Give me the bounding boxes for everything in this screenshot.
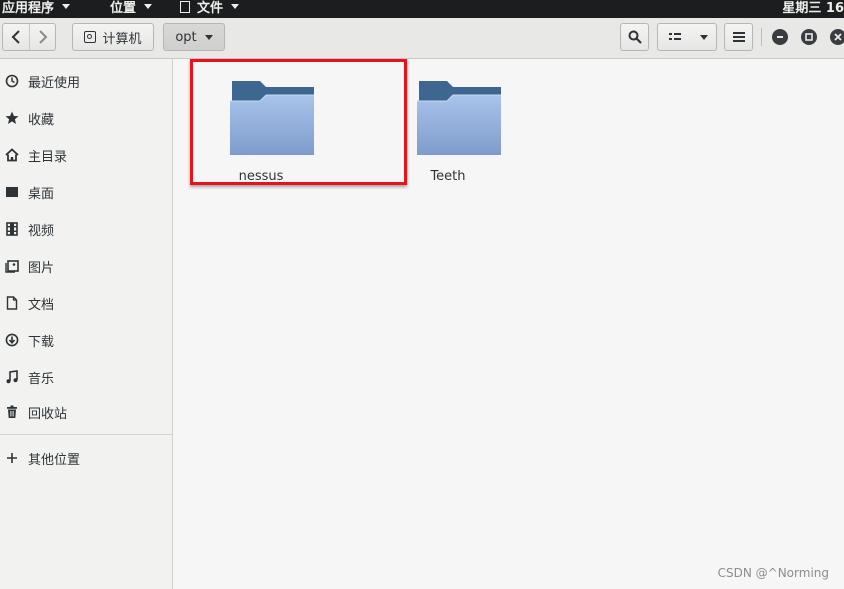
video-icon <box>4 221 20 237</box>
sidebar-item-recent[interactable]: 最近使用 <box>0 67 172 95</box>
folder-item-teeth[interactable]: Teeth <box>393 63 503 184</box>
sidebar-item-home[interactable]: 主目录 <box>0 141 172 169</box>
top-bar: 应用程序 位置 文件 星期三 16 <box>0 0 844 18</box>
close-icon <box>834 33 842 41</box>
files-menu-label: 文件 <box>197 1 224 16</box>
chevron-left-icon <box>11 30 20 44</box>
sidebar-item-label: 图片 <box>28 260 55 276</box>
sidebar-item-music[interactable]: 音乐 <box>0 363 172 391</box>
sidebar-item-videos[interactable]: 视频 <box>0 215 172 243</box>
divider <box>761 28 762 46</box>
chevron-down-icon <box>204 34 213 40</box>
sidebar-item-label: 文档 <box>28 297 55 313</box>
clock[interactable]: 星期三 16 <box>782 0 844 16</box>
chevron-down-icon <box>231 4 240 9</box>
picture-icon <box>4 258 20 274</box>
list-view-icon <box>658 24 692 50</box>
applications-menu[interactable]: 应用程序 <box>2 0 71 16</box>
back-button[interactable] <box>3 24 29 50</box>
sidebar-item-label: 收藏 <box>28 112 55 128</box>
sidebar-item-label: 视频 <box>28 223 55 239</box>
sidebar-item-downloads[interactable]: 下载 <box>0 326 172 354</box>
download-icon <box>4 332 20 348</box>
folder-name: Teeth <box>430 169 466 184</box>
drive-icon <box>84 31 97 43</box>
sidebar-item-other-locations[interactable]: 其他位置 <box>0 444 172 472</box>
sidebar-item-label: 主目录 <box>28 149 68 165</box>
menu-button[interactable] <box>724 23 753 51</box>
maximize-icon <box>805 33 813 41</box>
maximize-button[interactable] <box>801 29 817 45</box>
breadcrumb-computer[interactable]: 计算机 <box>72 23 154 51</box>
sidebar-item-label: 音乐 <box>28 371 55 387</box>
recent-icon <box>4 73 20 89</box>
hamburger-icon <box>732 32 745 42</box>
sidebar-item-label: 回收站 <box>28 406 68 422</box>
chevron-down-icon <box>144 4 153 9</box>
sidebar-item-pictures[interactable]: 图片 <box>0 252 172 280</box>
minimize-icon <box>777 36 783 38</box>
sidebar-item-desktop[interactable]: 桌面 <box>0 178 172 206</box>
document-icon <box>4 295 20 311</box>
places-menu-label: 位置 <box>110 1 137 16</box>
sidebar: 最近使用 收藏 主目录 桌面 视频 图片 文档 下载 音乐 回收站 其他位置 <box>0 59 173 589</box>
music-icon <box>4 369 20 385</box>
breadcrumb-opt-label: opt <box>175 29 197 45</box>
folder-icon <box>417 81 501 155</box>
sidebar-item-trash[interactable]: 回收站 <box>0 398 172 426</box>
chevron-down-icon <box>692 24 716 50</box>
sidebar-item-label: 下载 <box>28 334 55 350</box>
breadcrumb-opt[interactable]: opt <box>163 23 225 51</box>
chevron-down-icon <box>62 4 71 9</box>
header-bar: 计算机 opt <box>0 18 844 59</box>
breadcrumb-computer-label: 计算机 <box>102 31 142 47</box>
folder-icon <box>230 81 314 155</box>
trash-icon <box>4 404 20 420</box>
search-icon <box>628 30 642 44</box>
close-button[interactable] <box>830 29 844 45</box>
folder-item-nessus[interactable]: nessus <box>206 63 316 184</box>
watermark: CSDN @^Norming <box>717 566 829 580</box>
navigation-buttons <box>2 23 56 51</box>
chevron-right-icon <box>39 30 48 44</box>
home-icon <box>4 147 20 163</box>
files-menu[interactable]: 文件 <box>180 0 240 16</box>
view-mode-button[interactable] <box>657 23 717 51</box>
search-button[interactable] <box>620 23 649 51</box>
star-icon <box>4 110 20 126</box>
places-menu[interactable]: 位置 <box>110 0 153 16</box>
sidebar-item-label: 桌面 <box>28 186 55 202</box>
applications-menu-label: 应用程序 <box>2 1 55 16</box>
plus-icon <box>4 450 20 466</box>
file-manager-icon <box>180 0 190 13</box>
sidebar-item-label: 其他位置 <box>28 452 81 468</box>
forward-button[interactable] <box>30 24 56 50</box>
sidebar-item-starred[interactable]: 收藏 <box>0 104 172 132</box>
sidebar-item-label: 最近使用 <box>28 75 81 91</box>
sidebar-divider <box>0 434 172 435</box>
desktop-icon <box>4 184 20 200</box>
folder-name: nessus <box>238 169 284 184</box>
minimize-button[interactable] <box>772 29 788 45</box>
sidebar-item-documents[interactable]: 文档 <box>0 289 172 317</box>
file-view: nessus Teeth CSDN @^Norming <box>174 59 844 589</box>
